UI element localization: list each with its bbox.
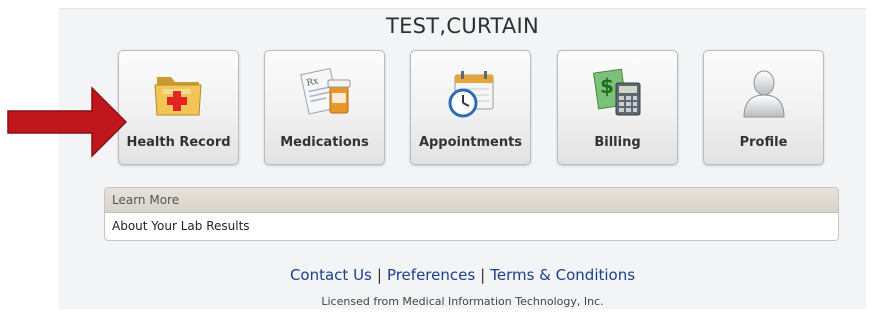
tile-label: Profile — [739, 135, 788, 150]
svg-text:$: $ — [600, 74, 614, 98]
tile-health-record[interactable]: Health Record — [118, 50, 239, 165]
license-text: Licensed from Medical Information Techno… — [321, 295, 604, 308]
preferences-link[interactable]: Preferences — [387, 266, 475, 284]
learn-more-link-lab-results[interactable]: About Your Lab Results — [105, 213, 838, 239]
prescription-bottle-icon: Rx — [300, 67, 351, 115]
red-arrow-icon — [7, 86, 128, 158]
user-silhouette-icon — [743, 70, 785, 118]
tile-label: Medications — [280, 135, 369, 150]
link-separator: | — [480, 266, 486, 284]
learn-more-header: Learn More — [105, 188, 838, 213]
folder-medical-icon — [154, 77, 202, 116]
link-separator: | — [376, 266, 382, 284]
tile-appointments[interactable]: Appointments — [410, 50, 531, 165]
footer-links: Contact Us | Preferences | Terms & Condition… — [59, 266, 866, 284]
learn-more-panel: Learn More About Your Lab Results — [104, 187, 839, 241]
tile-label: Billing — [594, 135, 641, 150]
calendar-clock-icon — [448, 71, 494, 118]
tile-billing[interactable]: $ Billing — [557, 50, 678, 165]
calculator-money-icon: $ — [593, 68, 641, 116]
tile-label: Health Record — [126, 135, 231, 150]
tile-medications[interactable]: Rx Medications — [264, 50, 385, 165]
contact-us-link[interactable]: Contact Us — [290, 266, 372, 284]
tile-profile[interactable]: Profile — [703, 50, 824, 165]
tile-label: Appointments — [418, 135, 523, 150]
patient-name: TEST,CURTAIN — [385, 14, 540, 38]
terms-conditions-link[interactable]: Terms & Conditions — [490, 266, 635, 284]
